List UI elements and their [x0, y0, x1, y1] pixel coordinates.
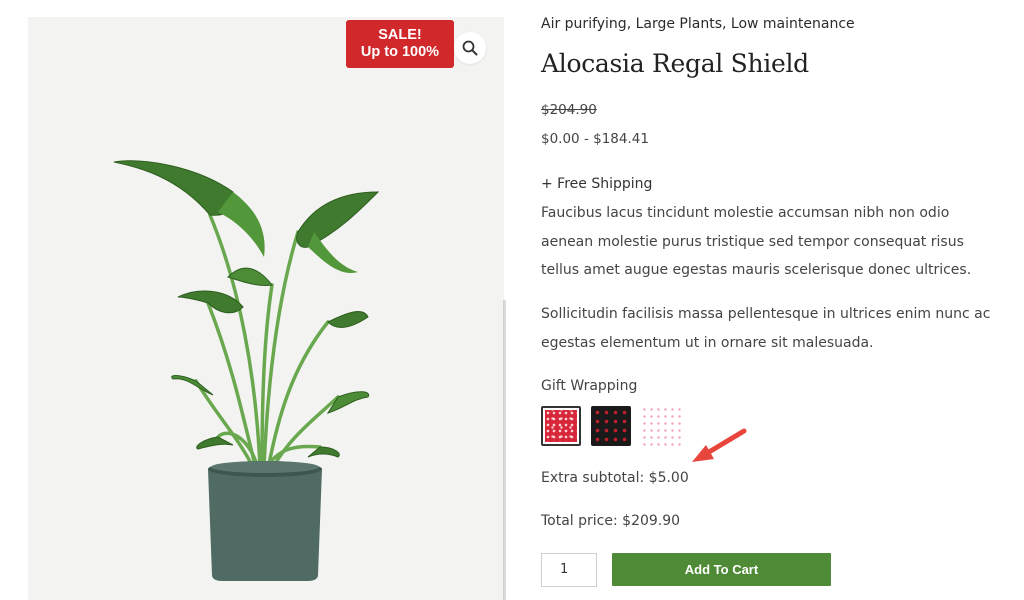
- sale-badge-line1: SALE!: [378, 27, 422, 43]
- gift-wrap-swatch-red[interactable]: [541, 406, 581, 446]
- extra-subtotal: Extra subtotal: $5.00: [541, 470, 689, 486]
- add-to-cart-button[interactable]: Add To Cart: [612, 553, 831, 586]
- gift-wrapping-label: Gift Wrapping: [541, 378, 638, 394]
- product-title: Alocasia Regal Shield: [541, 49, 809, 78]
- sale-badge: SALE! Up to 100%: [346, 20, 454, 68]
- sale-badge-line2: Up to 100%: [360, 44, 440, 60]
- product-image[interactable]: SALE! Up to 100%: [28, 17, 504, 600]
- total-price-label: Total price:: [541, 513, 618, 529]
- description-paragraph: Sollicitudin facilisis massa pellentesqu…: [541, 306, 991, 351]
- total-price-value: $209.90: [622, 513, 681, 529]
- description-paragraph: Faucibus lacus tincidunt molestie accums…: [541, 205, 972, 278]
- zoom-button[interactable]: [454, 32, 486, 64]
- sale-price-range: $0.00 - $184.41: [541, 131, 649, 147]
- extra-subtotal-value: $5.00: [648, 470, 689, 486]
- shipping-note: + Free Shipping: [541, 176, 653, 192]
- gift-wrap-swatch-pink[interactable]: [641, 406, 681, 446]
- annotation-arrow-icon: [692, 428, 747, 462]
- regular-price: $204.90: [541, 102, 597, 118]
- total-price: Total price: $209.90: [541, 513, 680, 529]
- magnifier-icon: [462, 40, 478, 56]
- plant-illustration: [113, 160, 380, 581]
- gift-wrap-swatch-black[interactable]: [591, 406, 631, 446]
- gallery-divider: [503, 300, 506, 600]
- extra-subtotal-label: Extra subtotal:: [541, 470, 645, 486]
- quantity-input[interactable]: 1: [541, 553, 597, 587]
- product-categories[interactable]: Air purifying, Large Plants, Low mainten…: [541, 16, 855, 32]
